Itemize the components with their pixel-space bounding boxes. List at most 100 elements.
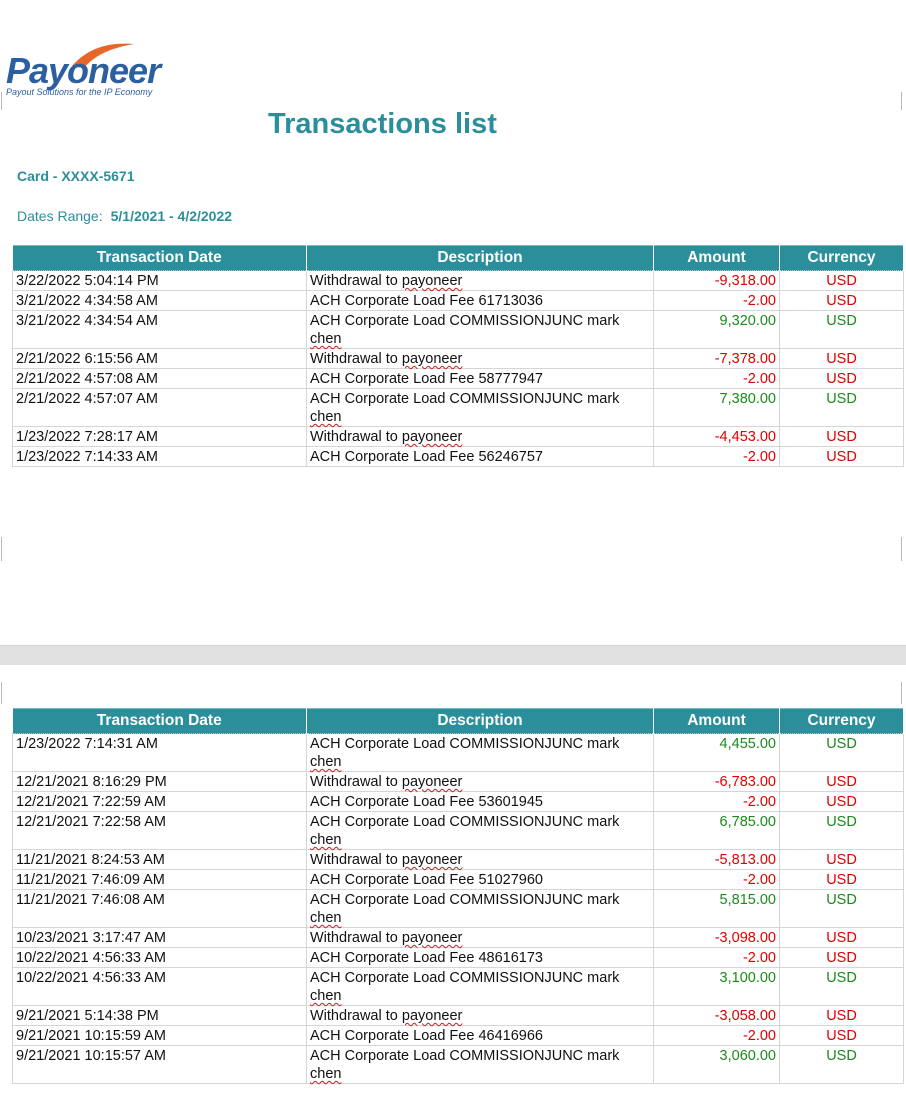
table-body: 3/22/2022 5:04:14 PM Withdrawal to payone… xyxy=(12,270,904,467)
logo-wordmark: Payoneer xyxy=(6,50,161,91)
table-row: 9/21/2021 10:15:59 AM ACH Corporate Load … xyxy=(12,1025,904,1046)
description-text: ACH Corporate Load Fee 48616173 xyxy=(310,950,543,966)
cell-description: ACH Corporate Load COMMISSIONJUNC mark ch… xyxy=(306,310,654,349)
cell-date: 9/21/2021 5:14:38 PM xyxy=(12,1005,307,1026)
column-header-amount: Amount xyxy=(653,245,780,271)
table-body: 1/23/2022 7:14:31 AM ACH Corporate Load C… xyxy=(12,733,904,1084)
cell-description: ACH Corporate Load Fee 58777947 xyxy=(306,368,654,389)
description-text-flagged: chen xyxy=(310,754,342,770)
cell-currency: USD xyxy=(779,889,904,928)
cell-date: 10/23/2021 3:17:47 AM xyxy=(12,927,307,948)
table-row: 10/22/2021 4:56:33 AM ACH Corporate Load … xyxy=(12,967,904,1006)
table-row: 9/21/2021 5:14:38 PM Withdrawal to payone… xyxy=(12,1005,904,1026)
cell-date: 1/23/2022 7:14:31 AM xyxy=(12,733,307,772)
cell-description: ACH Corporate Load COMMISSIONJUNC mark ch… xyxy=(306,889,654,928)
column-header-amount: Amount xyxy=(653,708,780,734)
column-header-description: Description xyxy=(306,708,654,734)
table-header-row: Transaction Date Description Amount Curr… xyxy=(12,708,904,734)
column-header-currency: Currency xyxy=(779,708,904,734)
description-text: ACH Corporate Load Fee 53601945 xyxy=(310,794,543,810)
cell-date: 1/23/2022 7:28:17 AM xyxy=(12,426,307,447)
cell-amount: 6,785.00 xyxy=(653,811,780,850)
column-header-date: Transaction Date xyxy=(12,245,307,271)
description-text-flagged: chen xyxy=(310,910,342,926)
description-text-flagged: chen xyxy=(310,832,342,848)
description-text: Withdrawal to xyxy=(310,273,398,289)
table-row: 1/23/2022 7:14:33 AM ACH Corporate Load F… xyxy=(12,446,904,467)
table-row: 12/21/2021 7:22:58 AM ACH Corporate Load … xyxy=(12,811,904,850)
cell-description: Withdrawal to payoneer xyxy=(306,270,654,291)
page-corner-mark xyxy=(901,92,903,110)
cell-date: 12/21/2021 7:22:58 AM xyxy=(12,811,307,850)
transactions-table: Transaction Date Description Amount Curr… xyxy=(12,245,904,467)
cell-amount: 4,455.00 xyxy=(653,733,780,772)
cell-currency: USD xyxy=(779,1045,904,1084)
cell-currency: USD xyxy=(779,947,904,968)
cell-currency: USD xyxy=(779,310,904,349)
cell-amount: -2.00 xyxy=(653,290,780,311)
cell-currency: USD xyxy=(779,733,904,772)
column-header-description: Description xyxy=(306,245,654,271)
cell-amount: 7,380.00 xyxy=(653,388,780,427)
cell-currency: USD xyxy=(779,967,904,1006)
description-text: ACH Corporate Load Fee 56246757 xyxy=(310,449,543,465)
cell-amount: -6,783.00 xyxy=(653,771,780,792)
description-text: ACH Corporate Load Fee 51027960 xyxy=(310,872,543,888)
cell-description: ACH Corporate Load Fee 56246757 xyxy=(306,446,654,467)
description-text: Withdrawal to xyxy=(310,774,398,790)
cell-description: Withdrawal to payoneer xyxy=(306,1005,654,1026)
column-header-currency: Currency xyxy=(779,245,904,271)
cell-date: 3/21/2022 4:34:58 AM xyxy=(12,290,307,311)
cell-amount: 9,320.00 xyxy=(653,310,780,349)
table-row: 1/23/2022 7:14:31 AM ACH Corporate Load C… xyxy=(12,733,904,772)
description-text-flagged: payoneer xyxy=(401,852,463,868)
description-text: Withdrawal to xyxy=(310,429,398,445)
cell-currency: USD xyxy=(779,927,904,948)
cell-description: Withdrawal to payoneer xyxy=(306,426,654,447)
table-row: 3/21/2022 4:34:58 AM ACH Corporate Load F… xyxy=(12,290,904,311)
cell-description: ACH Corporate Load COMMISSIONJUNC mark ch… xyxy=(306,733,654,772)
cell-date: 10/22/2021 4:56:33 AM xyxy=(12,947,307,968)
description-text: ACH Corporate Load COMMISSIONJUNC mark xyxy=(310,970,620,986)
description-text-flagged: payoneer xyxy=(401,351,463,367)
cell-description: ACH Corporate Load COMMISSIONJUNC mark ch… xyxy=(306,967,654,1006)
cell-description: ACH Corporate Load Fee 61713036 xyxy=(306,290,654,311)
cell-amount: -2.00 xyxy=(653,446,780,467)
card-number: Card - XXXX-5671 xyxy=(17,168,135,184)
cell-amount: -7,378.00 xyxy=(653,348,780,369)
description-text-flagged: payoneer xyxy=(401,1008,463,1024)
description-text: ACH Corporate Load Fee 46416966 xyxy=(310,1028,543,1044)
transactions-table: Transaction Date Description Amount Curr… xyxy=(12,708,904,1084)
description-text: ACH Corporate Load Fee 58777947 xyxy=(310,371,543,387)
description-text-flagged: payoneer xyxy=(401,273,463,289)
cell-amount: -2.00 xyxy=(653,1025,780,1046)
cell-description: ACH Corporate Load COMMISSIONJUNC mark ch… xyxy=(306,1045,654,1084)
cell-currency: USD xyxy=(779,368,904,389)
description-text-flagged: chen xyxy=(310,988,342,1004)
description-text: Withdrawal to xyxy=(310,852,398,868)
description-text-flagged: chen xyxy=(310,331,342,347)
cell-currency: USD xyxy=(779,426,904,447)
cell-amount: 3,100.00 xyxy=(653,967,780,1006)
description-text: Withdrawal to xyxy=(310,351,398,367)
cell-date: 11/21/2021 7:46:08 AM xyxy=(12,889,307,928)
page-corner-mark xyxy=(0,92,2,110)
table-row: 3/21/2022 4:34:54 AM ACH Corporate Load C… xyxy=(12,310,904,349)
cell-description: Withdrawal to payoneer xyxy=(306,927,654,948)
description-text-flagged: chen xyxy=(310,409,342,425)
description-text: ACH Corporate Load COMMISSIONJUNC mark xyxy=(310,1048,620,1064)
cell-amount: -5,813.00 xyxy=(653,849,780,870)
cell-amount: -9,318.00 xyxy=(653,270,780,291)
cell-amount: -2.00 xyxy=(653,368,780,389)
cell-date: 2/21/2022 6:15:56 AM xyxy=(12,348,307,369)
cell-date: 9/21/2021 10:15:57 AM xyxy=(12,1045,307,1084)
logo-tagline: Payout Solutions for the IP Economy xyxy=(6,87,153,97)
table-row: 2/21/2022 4:57:07 AM ACH Corporate Load C… xyxy=(12,388,904,427)
table-header-row: Transaction Date Description Amount Curr… xyxy=(12,245,904,271)
cell-currency: USD xyxy=(779,270,904,291)
cell-description: ACH Corporate Load Fee 48616173 xyxy=(306,947,654,968)
description-text-flagged: chen xyxy=(310,1066,342,1082)
table-row: 12/21/2021 8:16:29 PM Withdrawal to payon… xyxy=(12,771,904,792)
cell-date: 11/21/2021 8:24:53 AM xyxy=(12,849,307,870)
cell-amount: -3,058.00 xyxy=(653,1005,780,1026)
